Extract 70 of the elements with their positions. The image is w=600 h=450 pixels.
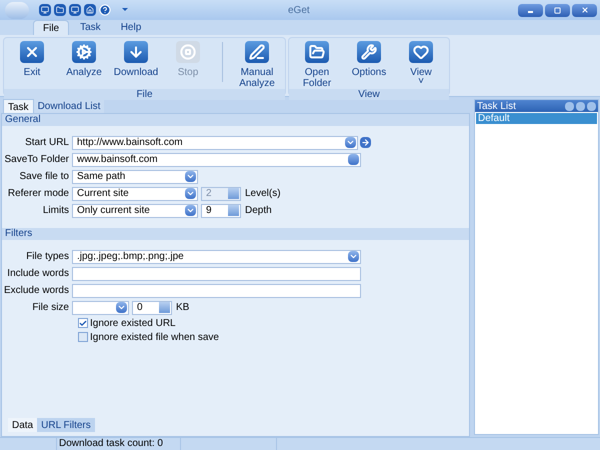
dropdown-icon[interactable] [345, 137, 356, 148]
spin-field[interactable]: 9 [201, 204, 241, 218]
combo-box[interactable] [72, 300, 129, 314]
download-icon [124, 41, 148, 63]
panel-tab[interactable]: Data [8, 418, 38, 432]
checkbox[interactable] [78, 332, 88, 342]
x-icon [20, 41, 44, 63]
combo-box[interactable]: .jpg;.jpeg;.bmp;.png;.jpe [72, 250, 361, 264]
dropdown-icon[interactable] [185, 188, 196, 199]
customize-caret-icon[interactable] [122, 8, 128, 12]
quick-access-icon[interactable] [39, 4, 51, 16]
help-icon[interactable] [99, 4, 111, 16]
panel-tab[interactable]: Task [3, 99, 34, 113]
group-label: View [289, 89, 449, 100]
dropdown-icon[interactable] [185, 171, 196, 182]
ribbon-button[interactable]: View ˅ [395, 38, 447, 89]
ribbon-button[interactable]: Open Folder [291, 38, 343, 89]
ribbon-button[interactable]: Exit [6, 38, 58, 89]
field-label: File size [31, 301, 70, 315]
folder-icon [305, 41, 329, 63]
combo-box[interactable]: Only current site [72, 204, 198, 218]
combo-box[interactable]: Same path [72, 170, 198, 184]
checkbox-label: Ignore existed file when save [90, 330, 219, 344]
status-text: Download task count: 0 [57, 438, 181, 450]
field-label: Referer mode [6, 187, 70, 201]
gears-icon [72, 41, 96, 63]
unit-label: KB [176, 301, 190, 315]
field-label: Save file to [18, 170, 70, 184]
checkbox[interactable] [78, 318, 88, 328]
field-label: Start URL [24, 136, 70, 150]
ribbon-tab[interactable]: Help [112, 20, 150, 35]
unit-label: Depth [245, 204, 272, 218]
window-title: eGet [288, 4, 310, 18]
dropdown-icon[interactable] [185, 205, 196, 216]
go-icon[interactable] [360, 137, 371, 148]
combo-box[interactable]: http://www.bainsoft.com [72, 136, 358, 150]
wrench-icon [357, 41, 381, 63]
ribbon-tab[interactable]: Task [71, 20, 110, 35]
ribbon-button[interactable]: Analyze [58, 38, 110, 89]
unit-label: Level(s) [245, 187, 281, 201]
ribbon-button[interactable]: Download [110, 38, 162, 89]
text-field[interactable] [72, 266, 361, 280]
combo-box[interactable]: Current site [72, 186, 198, 200]
group-label: File [4, 89, 285, 100]
quick-access-icon[interactable] [84, 4, 96, 16]
ribbon-button[interactable]: Options [343, 38, 395, 89]
field-label: Include words [6, 267, 70, 281]
minimize-icon[interactable] [518, 4, 543, 16]
panel-title: Task List [477, 100, 517, 114]
stop-icon [176, 41, 200, 63]
field-label: File types [25, 250, 70, 264]
field-label: Limits [42, 204, 70, 218]
ribbon-button[interactable]: Manual Analyze [231, 38, 283, 89]
section-header: Filters [2, 228, 469, 240]
quick-access-icon[interactable] [54, 4, 66, 16]
text-field[interactable]: www.bainsoft.com [72, 152, 361, 166]
text-field[interactable] [72, 284, 361, 298]
maximize-icon[interactable] [545, 4, 570, 16]
spin-field[interactable]: 0 [132, 300, 172, 314]
checkbox-label: Ignore existed URL [90, 316, 176, 330]
section-header: General [2, 114, 469, 126]
ribbon-tab[interactable]: File [33, 20, 70, 35]
dropdown-icon[interactable] [348, 251, 359, 262]
panel-tab[interactable]: Download List [34, 99, 104, 113]
field-label: SaveTo Folder [4, 153, 70, 167]
dropdown-icon[interactable] [116, 302, 127, 313]
quick-access-icon[interactable] [69, 4, 81, 16]
field-label: Exclude words [2, 284, 70, 298]
pen-icon [245, 41, 269, 63]
panel-tab[interactable]: URL Filters [37, 418, 95, 432]
